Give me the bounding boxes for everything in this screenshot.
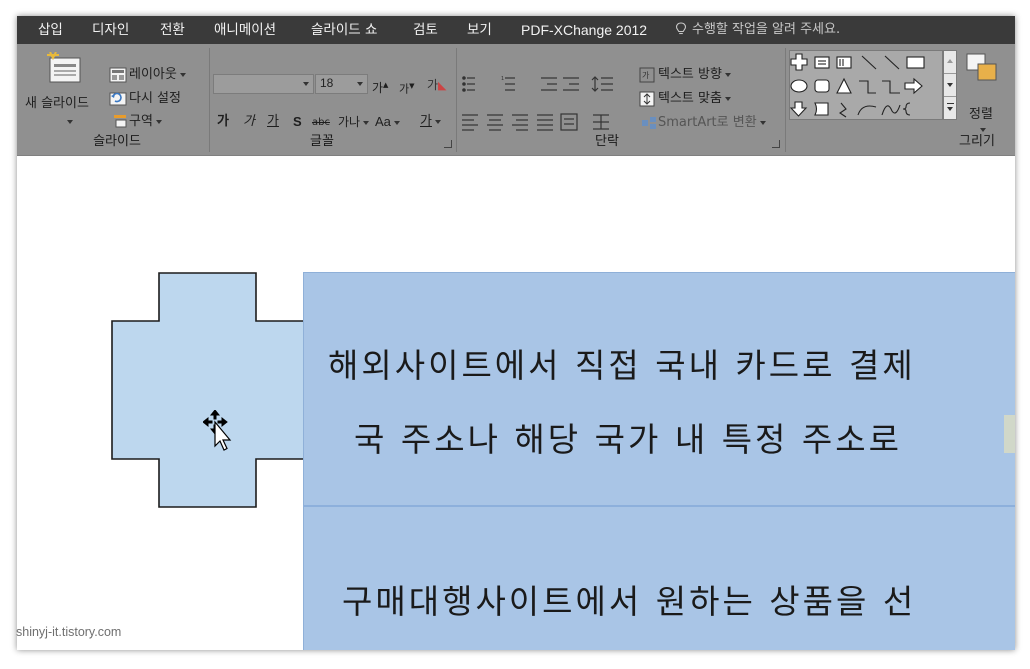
- layout-dropdown-icon: [179, 72, 186, 77]
- new-slide-icon: [47, 52, 81, 83]
- paragraph-dialog-launcher-icon[interactable]: [772, 140, 780, 148]
- slides-group-label: 슬라이드: [93, 134, 141, 149]
- section-button[interactable]: 구역: [129, 114, 162, 130]
- ribbon-home: 새 슬라이드 레이아웃 다시 설정 구역 슬라이드 18 가▲ 가▼ 가◣ 가 …: [17, 44, 1015, 156]
- drawing-group-label: 그리기: [959, 134, 995, 149]
- char-spacing-dropdown-icon: [363, 120, 370, 125]
- change-case-label: Aa: [375, 114, 391, 129]
- font-color-button[interactable]: 가: [420, 114, 441, 130]
- tab-view[interactable]: 보기: [467, 16, 492, 44]
- group-separator: [456, 48, 457, 152]
- grow-font-label: 가: [372, 81, 384, 95]
- font-color-dropdown-icon: [434, 119, 441, 124]
- tell-me-box[interactable]: 수행할 작업을 알려 주세요.: [675, 16, 840, 44]
- underline-button[interactable]: 가: [267, 114, 279, 130]
- tell-me-text: 수행할 작업을 알려 주세요.: [692, 22, 841, 37]
- shapes-gallery-icons[interactable]: [789, 51, 942, 119]
- align-text-dropdown-icon: [724, 96, 731, 101]
- new-slide-button[interactable]: 새 슬라이드: [25, 96, 89, 112]
- svg-text:가: 가: [642, 71, 650, 80]
- watermark: shinyj-it.tistory.com: [16, 625, 122, 639]
- shrink-font-button[interactable]: 가▼: [399, 78, 415, 98]
- char-spacing-button[interactable]: 가나: [338, 114, 370, 130]
- smartart-button[interactable]: SmartArt로 변환: [658, 115, 766, 131]
- group-separator: [785, 48, 786, 152]
- arrange-button[interactable]: 정렬: [969, 107, 993, 123]
- section-icon: [114, 115, 127, 128]
- arrange-icon: [966, 53, 997, 81]
- tab-insert[interactable]: 삽입: [38, 16, 63, 44]
- clear-format-button[interactable]: 가◣: [427, 77, 447, 94]
- ribbon-tab-bar: 삽입 디자인 전환 애니메이션 슬라이드 쇼 검토 보기 PDF-XChange…: [17, 16, 1015, 44]
- smartart-dropdown-icon: [759, 120, 766, 125]
- alignment-buttons[interactable]: [461, 112, 636, 132]
- reset-icon: [109, 92, 127, 106]
- section-label: 구역: [129, 114, 153, 129]
- font-size-combo[interactable]: 18: [315, 74, 368, 94]
- text-direction-label: 텍스트 방향: [658, 67, 722, 82]
- tab-pdf-xchange[interactable]: PDF-XChange 2012: [521, 16, 647, 44]
- list-indent-buttons[interactable]: 1: [461, 74, 636, 94]
- smartart-label: SmartArt로 변환: [658, 115, 757, 130]
- new-slide-dropdown-icon[interactable]: [67, 120, 73, 124]
- slide-canvas[interactable]: 해외사이트에서 직접 국내 카드로 결제 국 주소나 해당 국가 내 특정 주소…: [17, 157, 1015, 650]
- shapes-gallery[interactable]: [789, 50, 943, 120]
- slide-text-line-2: 국 주소나 해당 국가 내 특정 주소로: [354, 420, 902, 459]
- section-dropdown-icon: [155, 119, 162, 124]
- clear-format-label: 가: [427, 78, 439, 92]
- font-size-dropdown-icon[interactable]: [357, 82, 363, 86]
- char-spacing-label: 가나: [338, 115, 361, 129]
- layout-label: 레이아웃: [129, 67, 177, 82]
- lightbulb-icon: [675, 22, 687, 35]
- text-direction-icon: 가: [639, 67, 655, 83]
- text-box-divider: [303, 505, 1015, 507]
- tab-transitions[interactable]: 전환: [160, 16, 185, 44]
- shadow-button[interactable]: S: [293, 114, 302, 130]
- align-text-button[interactable]: 텍스트 맞춤: [658, 91, 731, 107]
- strikethrough-button[interactable]: abc: [312, 115, 330, 131]
- font-dialog-launcher-icon[interactable]: [444, 140, 452, 148]
- grow-font-button[interactable]: 가▲: [372, 77, 388, 96]
- smartart-icon: [642, 117, 656, 129]
- move-cursor-icon: [203, 410, 232, 451]
- tab-review[interactable]: 검토: [413, 16, 438, 44]
- bold-button[interactable]: 가: [217, 114, 229, 130]
- italic-button[interactable]: 가: [243, 114, 255, 130]
- powerpoint-window: 삽입 디자인 전환 애니메이션 슬라이드 쇼 검토 보기 PDF-XChange…: [17, 16, 1015, 650]
- shrink-font-label: 가: [399, 82, 410, 96]
- slide-text-line-1: 해외사이트에서 직접 국내 카드로 결제: [328, 346, 916, 385]
- font-name-combo[interactable]: [213, 74, 314, 94]
- layout-button[interactable]: 레이아웃: [129, 67, 186, 83]
- tab-slide-show[interactable]: 슬라이드 쇼: [311, 16, 377, 44]
- reset-button[interactable]: 다시 설정: [129, 91, 181, 107]
- change-case-button[interactable]: Aa: [375, 114, 400, 130]
- arrange-dropdown-icon[interactable]: [980, 128, 986, 132]
- tab-animations[interactable]: 애니메이션: [214, 16, 276, 44]
- gallery-scroll-up-icon[interactable]: [944, 51, 956, 74]
- group-separator: [209, 48, 210, 152]
- svg-text:1: 1: [501, 76, 504, 82]
- gallery-scroll-down-icon[interactable]: [944, 74, 956, 97]
- font-color-label: 가: [420, 114, 432, 129]
- layout-icon: [109, 67, 127, 83]
- gallery-more-icon[interactable]: [944, 97, 956, 120]
- shapes-gallery-scroll[interactable]: [943, 50, 957, 120]
- text-direction-dropdown-icon: [724, 72, 731, 77]
- align-text-label: 텍스트 맞춤: [658, 91, 722, 106]
- font-size-value: 18: [320, 76, 334, 90]
- plus-shape[interactable]: [111, 272, 305, 508]
- text-direction-button[interactable]: 텍스트 방향: [658, 67, 731, 83]
- align-text-icon: [639, 91, 655, 107]
- font-name-dropdown-icon[interactable]: [303, 82, 309, 86]
- slide-text-line-3: 구매대행사이트에서 원하는 상품을 선: [342, 582, 917, 621]
- font-group-label: 글꼴: [310, 134, 334, 149]
- text-highlight-fragment: [1004, 415, 1015, 453]
- tab-design[interactable]: 디자인: [92, 16, 129, 44]
- paragraph-group-label: 단락: [595, 134, 619, 149]
- change-case-dropdown-icon: [393, 120, 400, 125]
